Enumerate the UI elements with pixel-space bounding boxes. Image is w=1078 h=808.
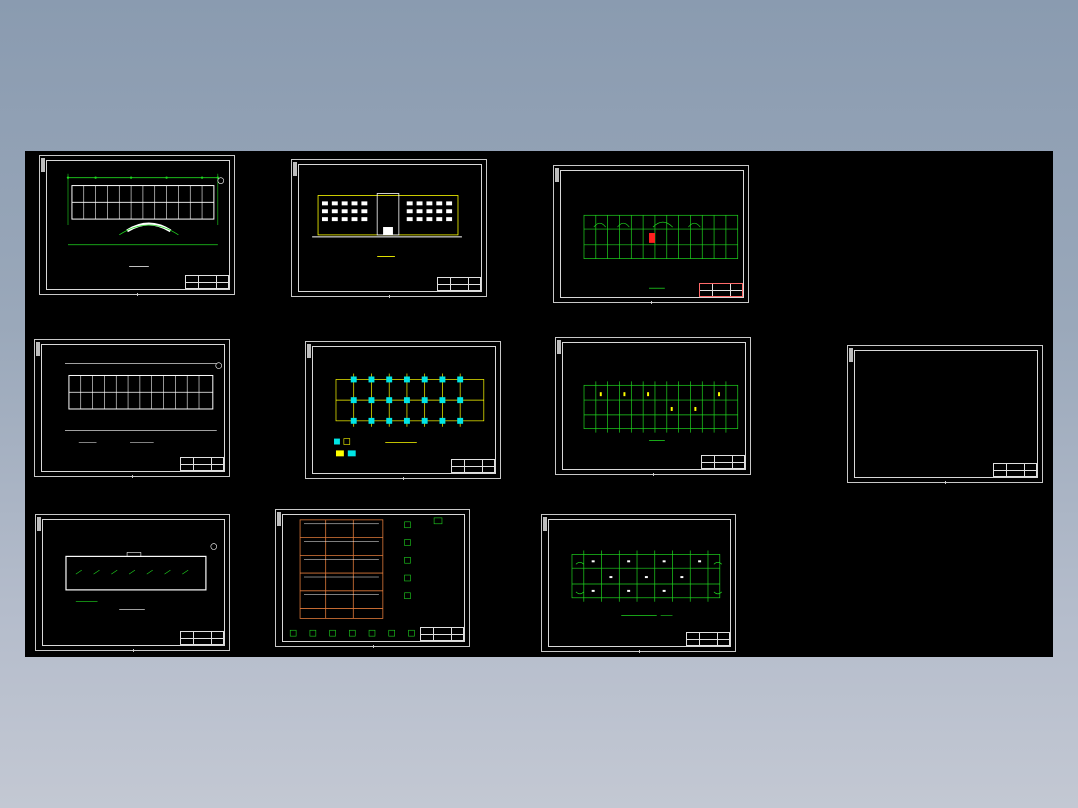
- sheet-tick: [651, 301, 652, 304]
- sheet-tick: [372, 645, 374, 648]
- title-block: [185, 275, 229, 289]
- sheet-tick: [403, 477, 404, 480]
- sheet-frame: [854, 350, 1038, 478]
- sheet-tick: [389, 295, 390, 298]
- sheet-tick: [945, 481, 946, 484]
- title-block: [180, 631, 224, 645]
- title-block: [420, 627, 464, 641]
- foundation-plan-drawing: [334, 373, 485, 457]
- floor-plan-drawing: [64, 362, 222, 443]
- title-block: [180, 457, 224, 471]
- sheet-front-elevation[interactable]: [291, 159, 487, 298]
- beam-layout-2-drawing: [583, 381, 739, 441]
- title-block: [993, 463, 1037, 477]
- first-floor-plan-drawing: [66, 173, 225, 267]
- column-details-drawing: [289, 517, 443, 637]
- sheet-tab-marker: [849, 348, 853, 362]
- sheet-roof-plan[interactable]: [35, 514, 230, 652]
- sheet-foundation-plan[interactable]: [305, 341, 501, 480]
- cad-drawing-canvas[interactable]: [25, 151, 1053, 657]
- sheet-tick: [653, 473, 654, 476]
- beam-layout-drawing: [583, 214, 739, 289]
- sheet-column-section-details[interactable]: [275, 509, 470, 648]
- front-elevation-drawing: [312, 193, 462, 257]
- title-block: [699, 283, 743, 297]
- sheet-standard-floor-plan[interactable]: [34, 339, 230, 478]
- sheet-tick: [137, 293, 138, 296]
- title-block: [686, 632, 730, 646]
- slab-plan-drawing: [571, 550, 723, 616]
- title-block: [451, 459, 495, 473]
- title-block: [701, 455, 745, 469]
- sheet-tick: [638, 650, 640, 653]
- sheet-first-floor-plan[interactable]: [39, 155, 235, 296]
- roof-plan-drawing: [65, 543, 218, 610]
- sheet-tick: [132, 649, 134, 652]
- sheet-roof-beam-layout-1[interactable]: [553, 165, 749, 304]
- sheet-tick: [132, 475, 133, 478]
- sheet-blank[interactable]: [847, 345, 1043, 484]
- sheet-beam-layout-2[interactable]: [555, 337, 751, 476]
- title-block: [437, 277, 481, 291]
- sheet-slab-reinforcement-plan[interactable]: [541, 514, 736, 653]
